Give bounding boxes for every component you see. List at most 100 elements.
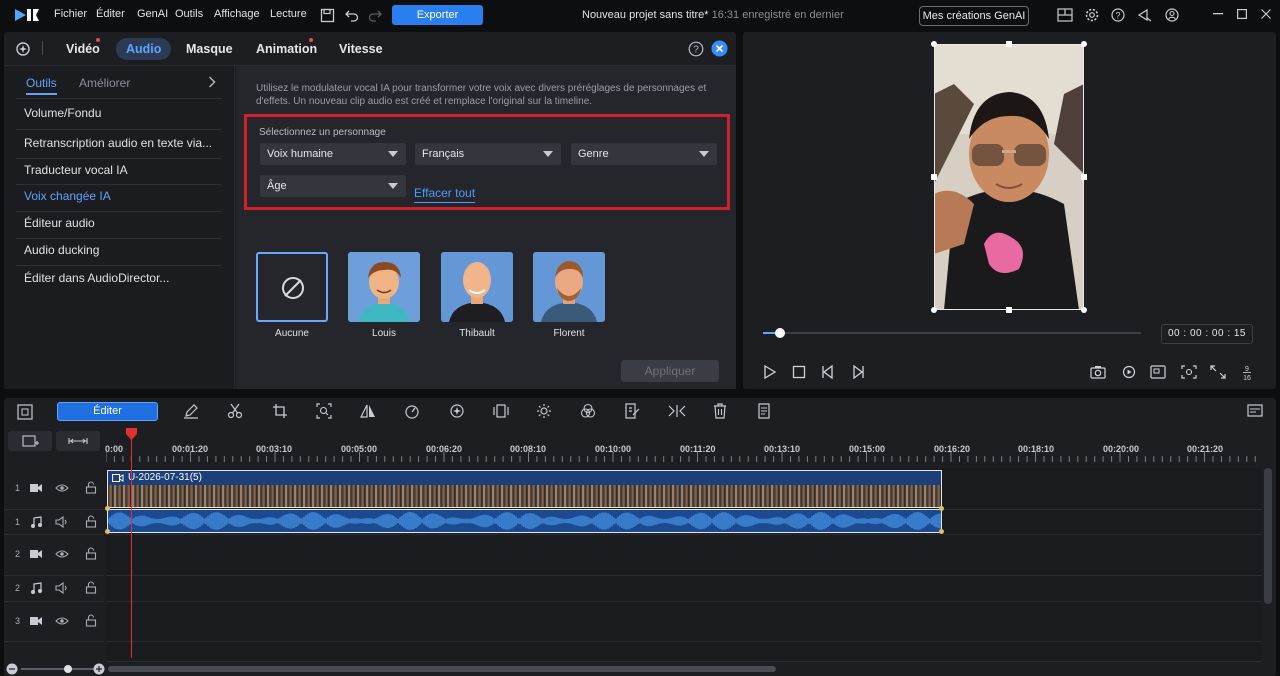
horizontal-scrollbar[interactable]	[108, 666, 776, 672]
fullscreen-icon[interactable]	[1210, 365, 1226, 379]
help-icon[interactable]: ?	[1111, 8, 1125, 22]
clear-all-link[interactable]: Effacer tout	[414, 186, 476, 203]
help-icon[interactable]: ?	[688, 41, 704, 57]
clip-keyframe[interactable]	[939, 529, 944, 534]
tab-animation[interactable]: Animation	[256, 42, 317, 56]
export-button[interactable]: Exporter	[392, 5, 483, 25]
eye-icon[interactable]	[55, 548, 69, 560]
timeline-tools-icon[interactable]	[17, 404, 33, 420]
app-logo-icon[interactable]	[14, 7, 40, 23]
flip-icon[interactable]	[360, 403, 376, 419]
unlock-icon[interactable]	[85, 547, 97, 560]
menu-genai[interactable]: GenAI	[137, 8, 168, 20]
subtitle-list-icon[interactable]	[756, 403, 772, 419]
display-settings-icon[interactable]	[1150, 365, 1166, 379]
trash-icon[interactable]	[712, 403, 728, 419]
sidebar-item-voice-translator[interactable]: Traducteur vocal IA	[24, 163, 128, 177]
audio-clip[interactable]	[107, 509, 942, 533]
scrubber-handle[interactable]	[775, 328, 785, 338]
resize-handle[interactable]	[1081, 41, 1087, 47]
selection-frame[interactable]	[934, 44, 1084, 310]
sidebar-item-audiodirector[interactable]: Éditer dans AudioDirector...	[24, 271, 169, 285]
menu-playback[interactable]: Lecture	[270, 8, 307, 20]
menu-edit[interactable]: Éditer	[96, 8, 125, 20]
previous-frame-icon[interactable]	[821, 365, 835, 379]
subtab-tools[interactable]: Outils	[26, 76, 57, 95]
playhead-line[interactable]	[131, 432, 132, 658]
resize-handle[interactable]	[1006, 307, 1012, 313]
sidebar-item-volume-fade[interactable]: Volume/Fondu	[24, 106, 101, 120]
close-panel-icon[interactable]	[711, 40, 728, 57]
save-icon[interactable]	[320, 8, 335, 23]
sidebar-item-voice-changer[interactable]: Voix changée IA	[24, 189, 111, 203]
zoom-fit-icon[interactable]	[1181, 365, 1197, 379]
edit-document-icon[interactable]	[624, 403, 640, 419]
magic-tools-icon[interactable]	[14, 40, 32, 58]
unlock-icon[interactable]	[85, 581, 97, 594]
play-icon[interactable]	[763, 365, 777, 379]
edit-button[interactable]: Éditer	[57, 402, 158, 421]
menu-view[interactable]: Affichage	[214, 8, 260, 20]
snapshot-icon[interactable]	[1090, 365, 1106, 379]
notifications-icon[interactable]	[1137, 8, 1153, 22]
aspect-ratio-icon[interactable]: 9 16	[1240, 363, 1254, 381]
menu-tools[interactable]: Outils	[175, 8, 203, 20]
playhead-marker[interactable]	[126, 428, 137, 440]
clip-keyframe[interactable]	[939, 506, 944, 511]
account-icon[interactable]	[1165, 8, 1179, 22]
voice-type-dropdown[interactable]: Voix humaine	[260, 143, 406, 165]
speed-icon[interactable]	[404, 403, 420, 419]
character-thibault[interactable]	[441, 252, 513, 322]
sidebar-item-audio-ducking[interactable]: Audio ducking	[24, 243, 99, 257]
track-row-audio-3[interactable]	[106, 642, 1262, 662]
track-row-audio-2[interactable]	[106, 576, 1262, 602]
resize-handle[interactable]	[931, 41, 937, 47]
unlock-icon[interactable]	[85, 515, 97, 528]
redo-icon[interactable]	[368, 8, 382, 22]
scissors-icon[interactable]	[227, 403, 243, 419]
menu-file[interactable]: Fichier	[54, 8, 87, 20]
resize-handle[interactable]	[931, 174, 937, 180]
eye-icon[interactable]	[55, 482, 69, 494]
resize-handle[interactable]	[1081, 307, 1087, 313]
resize-handle[interactable]	[1081, 174, 1087, 180]
character-none[interactable]	[256, 252, 328, 322]
gear-icon[interactable]	[1085, 8, 1099, 22]
tab-speed[interactable]: Vitesse	[339, 42, 383, 56]
unlock-icon[interactable]	[85, 481, 97, 494]
unlock-icon[interactable]	[85, 614, 97, 627]
ai-tools-icon[interactable]	[448, 403, 466, 419]
character-florent[interactable]	[533, 252, 605, 322]
chevron-right-icon[interactable]	[208, 76, 216, 88]
tab-mask[interactable]: Masque	[186, 42, 233, 56]
brightness-icon[interactable]	[536, 403, 552, 419]
subtab-enhance[interactable]: Améliorer	[79, 76, 130, 90]
apply-button[interactable]: Appliquer	[621, 360, 719, 382]
track-row-video-2[interactable]	[106, 535, 1262, 576]
zoom-slider[interactable]	[21, 668, 97, 670]
clip-keyframe[interactable]	[105, 506, 110, 511]
zoom-slider-handle[interactable]	[64, 665, 72, 673]
playback-scrubber[interactable]	[763, 332, 1141, 334]
stop-icon[interactable]	[792, 365, 806, 379]
close-window-icon[interactable]	[1261, 9, 1271, 19]
undo-icon[interactable]	[345, 8, 359, 22]
color-icon[interactable]	[580, 403, 596, 419]
resize-handle[interactable]	[931, 307, 937, 313]
maximize-icon[interactable]	[1237, 9, 1247, 19]
track-row-video-3[interactable]	[106, 602, 1262, 642]
next-frame-icon[interactable]	[851, 365, 865, 379]
transition-icon[interactable]	[668, 403, 686, 419]
stabilize-icon[interactable]	[493, 403, 509, 419]
preview-quality-icon[interactable]	[1122, 365, 1138, 379]
sidebar-item-transcription[interactable]: Retranscription audio en texte via...	[24, 136, 212, 150]
vertical-scrollbar[interactable]	[1264, 468, 1272, 604]
crop-icon[interactable]	[272, 403, 288, 419]
timeline-settings-icon[interactable]	[1247, 403, 1265, 419]
video-clip[interactable]: U-2026-07-31(5)	[107, 470, 942, 508]
pen-icon[interactable]	[183, 403, 199, 419]
minimize-icon[interactable]	[1213, 13, 1223, 15]
gender-dropdown[interactable]: Genre	[571, 143, 717, 165]
eye-icon[interactable]	[55, 615, 69, 627]
zoom-in-icon[interactable]	[93, 663, 105, 675]
